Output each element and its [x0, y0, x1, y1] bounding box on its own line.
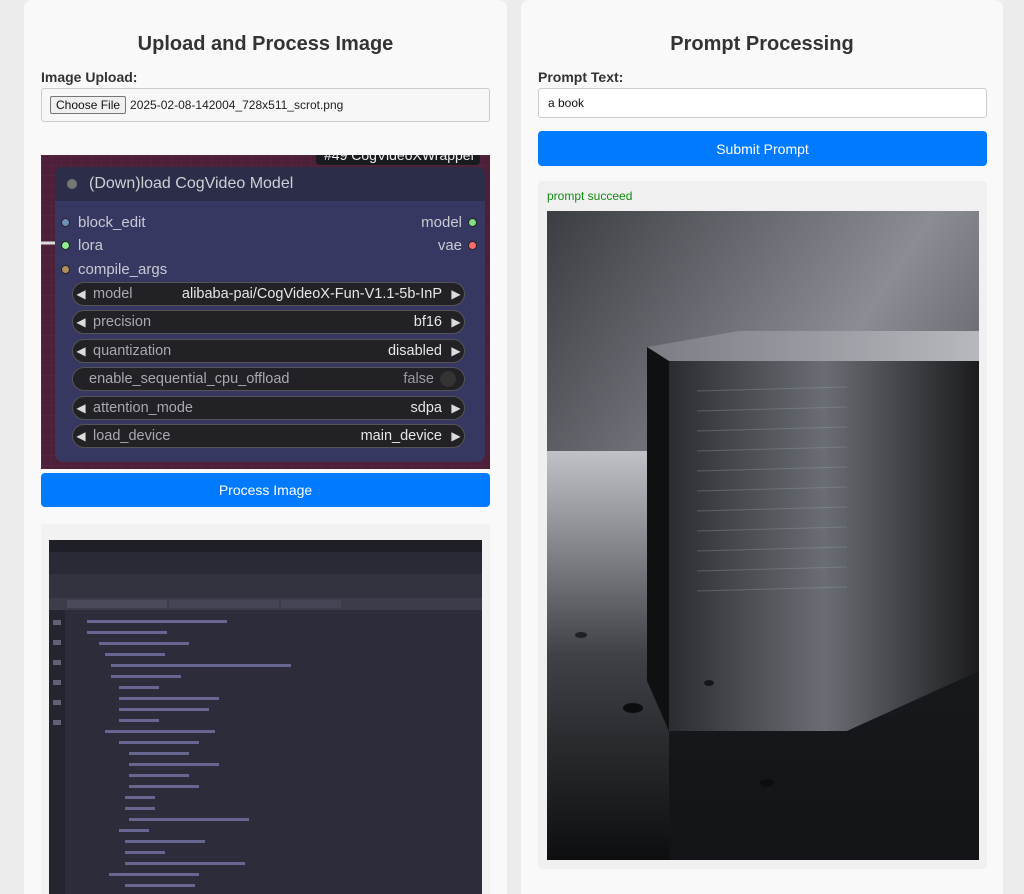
widget-name: quantization	[93, 343, 172, 359]
input-slot-icon	[61, 217, 70, 227]
input-slot-icon	[61, 240, 70, 250]
page: Upload and Process Image Image Upload: C…	[0, 0, 1024, 894]
node-card: (Down)load CogVideo Model block_edit mod…	[55, 167, 485, 462]
prompt-panel-title: Prompt Processing	[670, 33, 854, 55]
output-slot-icon	[468, 217, 477, 227]
io-row-1: block_edit model	[61, 212, 477, 232]
widget-value: sdpa	[410, 400, 442, 416]
status-text: prompt succeed	[547, 189, 633, 203]
input-label: block_edit	[78, 213, 146, 231]
widget-precision: ◀ precision bf16 ▶	[72, 310, 465, 334]
prompt-panel: Prompt Processing Prompt Text: Submit Pr…	[521, 0, 1003, 894]
input-label: lora	[78, 236, 104, 254]
left-arrow-icon: ◀	[76, 401, 86, 415]
right-arrow-icon: ▶	[451, 401, 461, 415]
processed-image	[49, 540, 482, 894]
io-row-3: compile_args	[61, 259, 477, 279]
widget-quantization: ◀ quantization disabled ▶	[72, 339, 465, 363]
widget-cpu-offload: enable_sequential_cpu_offload false	[72, 367, 465, 391]
node-tag: #49 CogVideoXWrapper	[316, 155, 480, 165]
upload-panel: Upload and Process Image Image Upload: C…	[24, 0, 507, 894]
process-image-button[interactable]: Process Image	[41, 473, 490, 507]
book-image	[547, 211, 979, 860]
widget-attention-mode: ◀ attention_mode sdpa ▶	[72, 396, 465, 420]
output-label: model	[421, 213, 462, 231]
output-label: vae	[437, 236, 462, 254]
widget-name: load_device	[93, 428, 171, 444]
left-arrow-icon: ◀	[76, 344, 86, 358]
widget-name: attention_mode	[93, 400, 193, 416]
widget-value: alibaba-pai/CogVideoX-Fun-V1.1-5b-InP	[181, 286, 442, 302]
widget-value: main_device	[360, 428, 442, 444]
collapse-dot-icon	[67, 179, 77, 189]
left-arrow-icon: ◀	[76, 315, 86, 329]
right-arrow-icon: ▶	[451, 344, 461, 358]
left-arrow-icon: ◀	[76, 287, 86, 301]
widget-name: precision	[93, 314, 152, 330]
input-label: compile_args	[78, 260, 168, 278]
widget-value: bf16	[413, 314, 442, 330]
node-title: (Down)load CogVideo Model	[89, 175, 294, 192]
upload-panel-title: Upload and Process Image	[137, 33, 394, 55]
right-arrow-icon: ▶	[451, 315, 461, 329]
result-container: prompt succeed	[538, 181, 987, 869]
widget-value: disabled	[387, 343, 442, 359]
io-row-2: lora vae	[61, 235, 477, 255]
input-slot-icon	[61, 264, 70, 274]
left-arrow-icon: ◀	[76, 429, 86, 443]
submit-prompt-button[interactable]: Submit Prompt	[538, 131, 987, 166]
right-arrow-icon: ▶	[451, 287, 461, 301]
widget-model: ◀ model alibaba-pai/CogVideoX-Fun-V1.1-5…	[72, 282, 465, 306]
output-slot-icon	[468, 240, 477, 250]
node-header: (Down)load CogVideo Model	[55, 167, 485, 201]
file-name: 2025-02-08-142004_728x511_scrot.png	[130, 98, 344, 112]
toggle-icon	[440, 371, 456, 387]
code-editor-screenshot	[49, 540, 482, 894]
widget-name: enable_sequential_cpu_offload	[89, 371, 290, 387]
widget-value: false	[403, 371, 434, 387]
uploaded-image-preview: #49 CogVideoXWrapper (Down)load CogVideo…	[41, 155, 490, 469]
choose-file-button[interactable]: Choose File	[50, 96, 127, 114]
file-input[interactable]: Choose File 2025-02-08-142004_728x511_sc…	[41, 88, 490, 122]
widget-name: model	[93, 286, 133, 302]
right-arrow-icon: ▶	[451, 429, 461, 443]
widget-load-device: ◀ load_device main_device ▶	[72, 424, 465, 448]
generated-image	[547, 211, 979, 860]
image-upload-label: Image Upload:	[41, 69, 138, 85]
prompt-input[interactable]	[538, 88, 987, 118]
prompt-text-label: Prompt Text:	[538, 69, 624, 85]
processed-image-container	[41, 524, 490, 894]
